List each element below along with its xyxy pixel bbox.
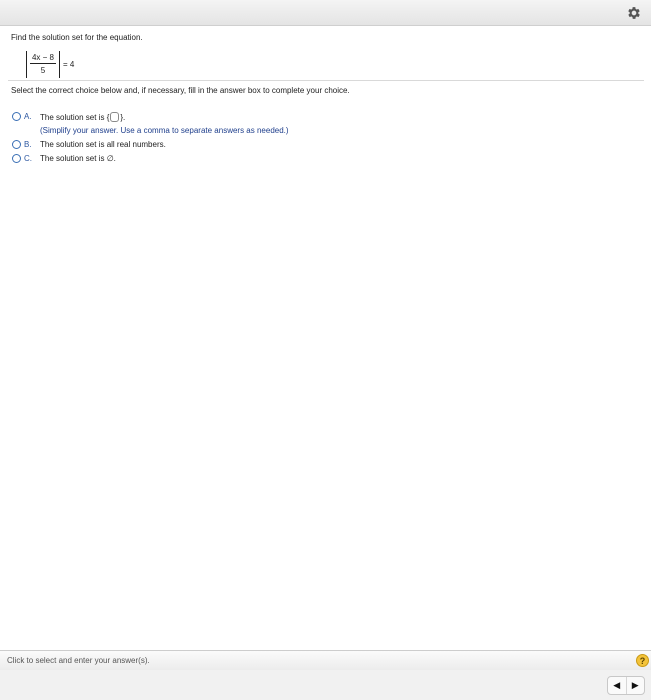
top-toolbar bbox=[0, 0, 651, 26]
divider bbox=[8, 80, 644, 81]
equation: 4x − 8 5 = 4 bbox=[26, 49, 74, 79]
option-b-text: The solution set is all real numbers. bbox=[40, 140, 166, 149]
equation-rhs: = 4 bbox=[63, 59, 75, 69]
option-b[interactable]: B. The solution set is all real numbers. bbox=[12, 140, 166, 149]
option-b-letter: B. bbox=[24, 140, 32, 149]
navigation-area: ◀ ▶ bbox=[0, 670, 651, 700]
status-bar: Click to select and enter your answer(s)… bbox=[0, 650, 651, 670]
status-text: Click to select and enter your answer(s)… bbox=[7, 656, 150, 665]
option-a-letter: A. bbox=[24, 112, 32, 121]
fraction: 4x − 8 5 bbox=[30, 53, 56, 75]
prev-arrow-icon[interactable]: ◀ bbox=[608, 677, 626, 694]
nav-button-group: ◀ ▶ bbox=[607, 676, 645, 695]
instructions: Select the correct choice below and, if … bbox=[11, 86, 350, 95]
numerator: 4x − 8 bbox=[31, 53, 54, 62]
option-a-text: The solution set is {}. bbox=[40, 112, 125, 122]
next-arrow-icon[interactable]: ▶ bbox=[625, 677, 645, 694]
option-a-radio[interactable] bbox=[12, 112, 21, 121]
option-c-radio[interactable] bbox=[12, 154, 21, 163]
question-prompt: Find the solution set for the equation. bbox=[11, 33, 143, 42]
option-a-text-before: The solution set is { bbox=[40, 113, 110, 122]
option-c-text: The solution set is ∅. bbox=[40, 154, 116, 163]
option-c[interactable]: C. The solution set is ∅. bbox=[12, 154, 116, 163]
option-c-letter: C. bbox=[24, 154, 32, 163]
gear-icon[interactable] bbox=[626, 5, 642, 21]
option-a[interactable]: A. The solution set is {}. bbox=[12, 112, 125, 122]
abs-bar-right bbox=[59, 50, 60, 78]
abs-bar-left bbox=[26, 50, 27, 78]
denominator: 5 bbox=[40, 66, 46, 75]
option-b-radio[interactable] bbox=[12, 140, 21, 149]
answer-input[interactable] bbox=[110, 112, 120, 122]
help-icon[interactable]: ? bbox=[636, 654, 649, 667]
option-a-hint: (Simplify your answer. Use a comma to se… bbox=[40, 126, 289, 135]
option-a-text-after: }. bbox=[120, 113, 126, 122]
